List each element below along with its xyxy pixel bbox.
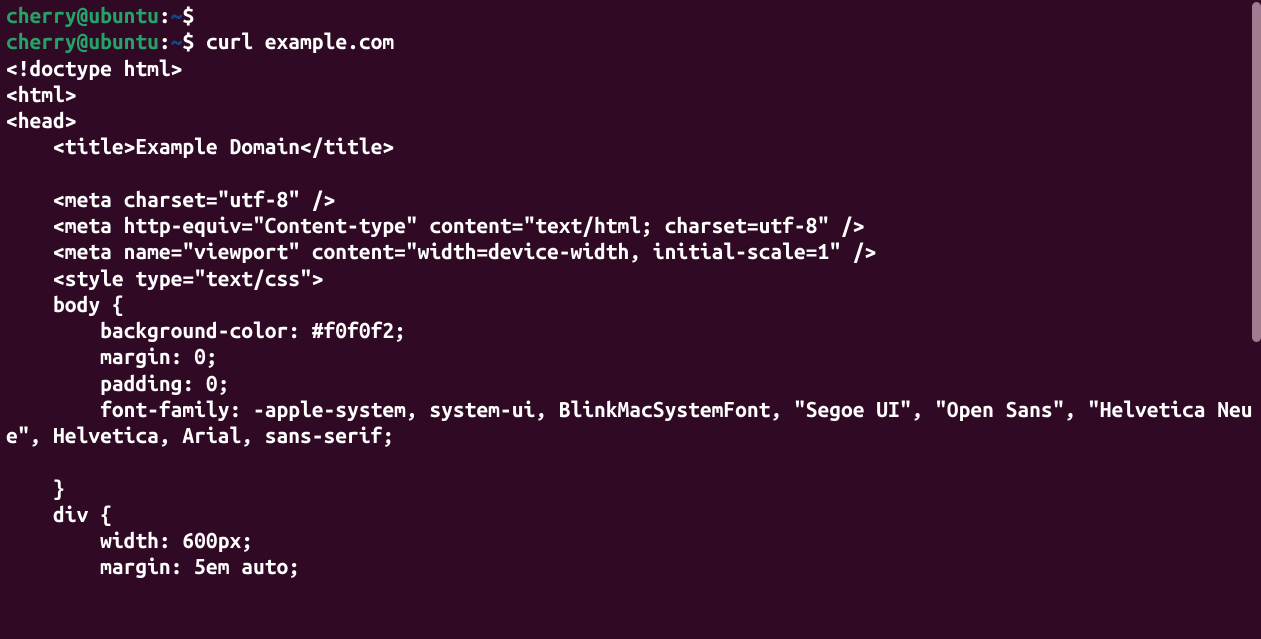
scrollbar-thumb[interactable] [1252, 2, 1261, 342]
command-output: <!doctype html> <html> <head> <title>Exa… [6, 56, 1253, 579]
prompt-colon: : [159, 3, 171, 27]
prompt-colon: : [159, 29, 171, 53]
command-text: curl example.com [206, 29, 394, 53]
prompt-user: cherry@ubuntu [6, 3, 159, 27]
prompt-dollar: $ [182, 3, 194, 27]
prompt-path: ~ [171, 29, 183, 53]
prompt-dollar: $ [182, 29, 194, 53]
prompt-user: cherry@ubuntu [6, 29, 159, 53]
command-line[interactable]: curl example.com [194, 29, 394, 53]
terminal-viewport[interactable]: cherry@ubuntu:~$ cherry@ubuntu:~$ curl e… [0, 0, 1261, 639]
command-line[interactable] [194, 3, 206, 27]
prompt-path: ~ [171, 3, 183, 27]
